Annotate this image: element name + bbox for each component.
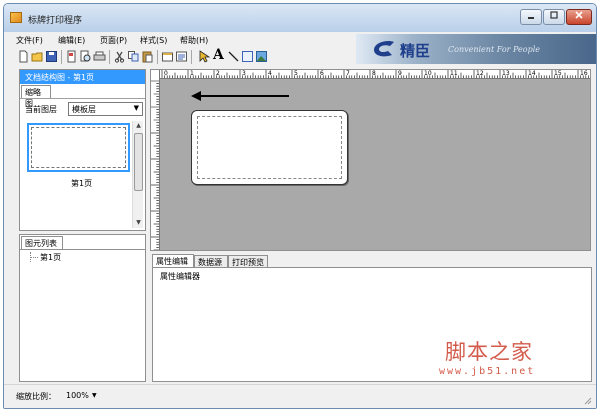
image-tool-icon[interactable] xyxy=(255,50,268,63)
maximize-button[interactable] xyxy=(543,9,565,25)
ruler-label: 8 xyxy=(372,70,376,77)
layer-row: 当前图层 模板层 ▼ xyxy=(20,98,145,118)
app-window: 标牌打印程序 文件(F) 编辑(E) 页面(P) 样式(S) 帮助(H) A 精… xyxy=(3,3,597,409)
page-thumbnail[interactable] xyxy=(27,123,130,172)
watermark-text: 脚本之家 xyxy=(445,340,533,364)
scroll-down-icon[interactable]: ▼ xyxy=(134,219,143,227)
scroll-up-icon[interactable]: ▲ xyxy=(134,122,143,130)
line-tool-icon[interactable] xyxy=(227,50,240,63)
property-tabs: 属性编辑 数据源 打印预览 xyxy=(152,254,592,268)
element-list-pane: 图元列表 第1页 xyxy=(19,234,146,382)
ruler-label: 16 xyxy=(580,70,588,77)
resize-grip-icon[interactable] xyxy=(582,395,592,405)
minimize-button[interactable] xyxy=(520,9,542,25)
arrow-annotation-icon xyxy=(191,91,289,101)
label-template-card[interactable] xyxy=(191,110,348,185)
design-canvas[interactable]: 0 1 2 3 4 5 6 7 8 9 10 11 12 13 14 15 16 xyxy=(150,69,591,251)
watermark-url: www.jb51.net xyxy=(439,366,536,377)
ruler-label: 0 xyxy=(164,70,168,77)
page-thumbnail-label: 第1页 xyxy=(71,179,93,188)
ruler-label: 15 xyxy=(554,70,562,77)
ruler-label: 14 xyxy=(528,70,536,77)
text-tool-icon[interactable]: A xyxy=(213,48,226,62)
close-icon xyxy=(575,11,583,19)
ruler-label: 13 xyxy=(502,70,510,77)
chevron-down-icon: ▼ xyxy=(133,104,139,112)
open-folder-icon[interactable] xyxy=(31,50,44,63)
ruler-label: 5 xyxy=(294,70,298,77)
current-layer-label: 当前图层 xyxy=(25,105,57,114)
menu-help[interactable]: 帮助(H) xyxy=(180,35,208,46)
save-icon[interactable] xyxy=(45,50,58,63)
tree-item-page[interactable]: 第1页 xyxy=(40,252,61,263)
menu-edit[interactable]: 编辑(E) xyxy=(58,35,85,46)
ruler-label: 10 xyxy=(424,70,432,77)
toolbar: A xyxy=(4,48,354,66)
document-structure-header: 文档结构图 - 第1页 xyxy=(20,70,145,84)
window-title: 标牌打印程序 xyxy=(28,16,83,26)
minimize-icon xyxy=(528,17,534,19)
scrollbar-thumb[interactable] xyxy=(134,133,143,191)
menu-style[interactable]: 样式(S) xyxy=(140,35,167,46)
print-icon[interactable] xyxy=(93,50,106,63)
close-button[interactable] xyxy=(566,9,592,25)
menu-bar: 文件(F) 编辑(E) 页面(P) 样式(S) 帮助(H) xyxy=(4,32,354,48)
ruler-label: 7 xyxy=(346,70,350,77)
brand-name: 精臣 xyxy=(400,42,431,60)
ruler-label: 9 xyxy=(398,70,402,77)
ruler-label: 2 xyxy=(216,70,220,77)
brand-banner: 精臣 Convenient For People xyxy=(356,34,596,64)
brand-logo-icon xyxy=(374,40,394,57)
page-setup-icon[interactable] xyxy=(161,50,174,63)
tab-element-list[interactable]: 图元列表 xyxy=(21,236,63,249)
chevron-down-icon[interactable]: ▼ xyxy=(92,392,97,399)
vertical-ruler xyxy=(151,70,160,250)
menu-page[interactable]: 页面(P) xyxy=(100,35,127,46)
thumbnail-scrollbar[interactable]: ▲ ▼ xyxy=(132,121,143,228)
cut-icon[interactable] xyxy=(113,50,126,63)
ruler-label: 6 xyxy=(320,70,324,77)
ruler-label: 4 xyxy=(268,70,272,77)
tab-property-editor[interactable]: 属性编辑 xyxy=(152,254,194,268)
brand-slogan: Convenient For People xyxy=(448,45,540,54)
element-tree: 第1页 xyxy=(20,249,145,381)
document-structure-pane: 文档结构图 - 第1页 缩略图 当前图层 模板层 ▼ 第1页 ▲ ▼ xyxy=(19,69,146,231)
maximize-icon xyxy=(550,11,558,19)
app-icon xyxy=(10,12,22,23)
ruler-label: 3 xyxy=(242,70,246,77)
tab-thumbnails[interactable]: 缩略图 xyxy=(21,85,51,108)
ruler-label: 11 xyxy=(450,70,458,77)
properties-icon[interactable] xyxy=(175,50,188,63)
thumbnail-area: 第1页 ▲ ▼ xyxy=(20,119,145,230)
paste-icon[interactable] xyxy=(141,50,154,63)
ruler-label: 1 xyxy=(190,70,194,77)
status-bar: 缩放比例： 100% ▼ xyxy=(4,384,596,408)
menu-file[interactable]: 文件(F) xyxy=(16,35,43,46)
new-file-icon[interactable] xyxy=(17,50,30,63)
property-editor-title: 属性编辑器 xyxy=(160,272,200,281)
zoom-select[interactable]: 100% xyxy=(66,391,89,400)
zoom-page-icon[interactable] xyxy=(79,50,92,63)
ruler-label: 12 xyxy=(476,70,484,77)
print-preview-icon[interactable] xyxy=(65,50,78,63)
select-pointer-icon[interactable] xyxy=(198,50,211,63)
title-bar[interactable]: 标牌打印程序 xyxy=(4,4,596,32)
layer-select[interactable]: 模板层 ▼ xyxy=(68,102,143,116)
layer-select-value: 模板层 xyxy=(72,105,96,114)
copy-icon[interactable] xyxy=(127,50,140,63)
rectangle-tool-icon[interactable] xyxy=(241,50,254,63)
zoom-label: 缩放比例： xyxy=(16,392,56,401)
